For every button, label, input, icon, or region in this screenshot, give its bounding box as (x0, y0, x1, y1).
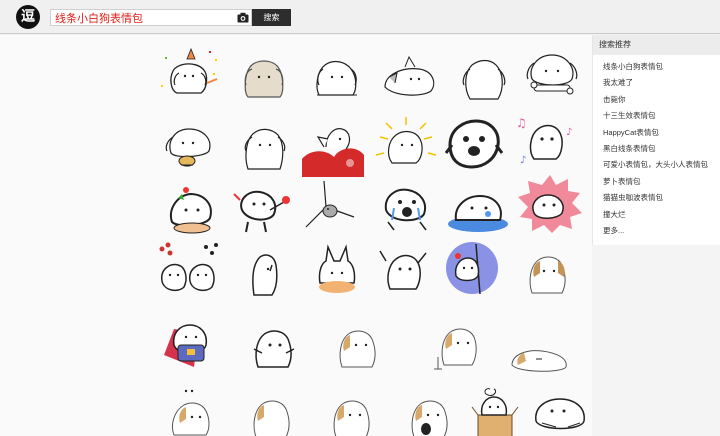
search-suggestions-panel: 搜索推荐 线条小白狗表情包 我太难了 击毙你 十三生效表情包 HappyCat表… (592, 35, 720, 245)
dog-hero-icon[interactable] (158, 315, 226, 373)
svg-text:♪: ♪ (520, 155, 526, 166)
dog-small-tan-icon[interactable] (318, 387, 386, 436)
dog-flower-icon[interactable] (158, 180, 226, 238)
suggestion-item[interactable]: 我太难了 (593, 75, 720, 91)
logo-glyph: 逗 (21, 9, 35, 25)
dog-lying-icon[interactable] (375, 49, 443, 107)
suggestion-item[interactable]: 可爱小表情包，大头小人表情包 (593, 157, 720, 173)
camera-icon[interactable] (237, 12, 249, 23)
suggestions-title: 搜索推荐 (593, 35, 720, 55)
top-bar: 逗 搜索 (0, 0, 720, 34)
dog-wave-icon[interactable] (372, 241, 440, 299)
dog-standing-icon[interactable] (230, 117, 298, 175)
dog-walk-icon[interactable] (424, 317, 492, 375)
dog-beige-icon[interactable] (230, 47, 298, 105)
dog-curl-icon[interactable] (528, 387, 596, 436)
search-box (50, 9, 252, 26)
search-input[interactable] (53, 10, 231, 25)
dog-bone-icon[interactable] (518, 45, 586, 103)
dog-shocked-icon[interactable] (440, 115, 508, 173)
suggestion-item[interactable]: HappyCat表情包 (593, 125, 720, 141)
dog-crying-icon[interactable] (372, 180, 440, 238)
dog-shining-icon[interactable] (372, 115, 440, 173)
dog-duo-icon[interactable] (156, 241, 224, 299)
dog-sitting-icon[interactable] (303, 47, 371, 105)
suggestion-item[interactable]: 黑白线条表情包 (593, 141, 720, 157)
dog-brown-ear-icon[interactable] (514, 243, 582, 301)
dog-sleep-icon[interactable] (506, 325, 574, 383)
suggestion-more-link[interactable]: 更多... (593, 223, 720, 239)
svg-text:♪: ♪ (566, 127, 572, 138)
dog-corner-icon[interactable] (296, 177, 364, 235)
dog-eating-icon[interactable] (157, 117, 225, 175)
suggestion-item[interactable]: 击毙你 (593, 92, 720, 108)
dog-circle-icon[interactable] (442, 238, 510, 296)
dog-burst-icon[interactable] (516, 175, 584, 233)
svg-text:♫: ♫ (516, 116, 527, 130)
dog-ghost-icon[interactable] (232, 245, 300, 303)
dog-music-icon[interactable]: ♫ ♪ ♪ (512, 113, 580, 171)
dog-party-icon[interactable] (157, 45, 225, 103)
site-logo[interactable]: 逗 (16, 5, 40, 29)
dog-bunny-icon[interactable] (302, 243, 370, 301)
dog-back-icon[interactable] (450, 49, 518, 107)
suggestion-item[interactable]: 猫猫虫咖波表情包 (593, 190, 720, 206)
dog-hug-icon[interactable] (240, 317, 308, 375)
dog-puddle-icon[interactable] (444, 180, 512, 238)
dog-black-hold-icon[interactable] (396, 387, 464, 436)
suggestion-item[interactable]: 线条小白狗表情包 (593, 59, 720, 75)
dog-gift-icon[interactable] (228, 180, 296, 238)
suggestion-item[interactable]: 撞大烂 (593, 207, 720, 223)
dog-tan-ear-icon[interactable] (324, 317, 392, 375)
dog-back-tan-icon[interactable] (240, 387, 308, 436)
dog-box-icon[interactable] (464, 385, 532, 436)
suggestion-item[interactable]: 萝卜表情包 (593, 174, 720, 190)
dog-red-icon[interactable] (300, 119, 368, 177)
suggestions-list: 线条小白狗表情包 我太难了 击毙你 十三生效表情包 HappyCat表情包 黑白… (593, 55, 720, 239)
search-button[interactable]: 搜索 (252, 9, 291, 26)
sticker-grid: ♫ ♪ ♪ (0, 35, 592, 436)
suggestion-item[interactable]: 十三生效表情包 (593, 108, 720, 124)
dog-dots-icon[interactable] (162, 385, 230, 436)
